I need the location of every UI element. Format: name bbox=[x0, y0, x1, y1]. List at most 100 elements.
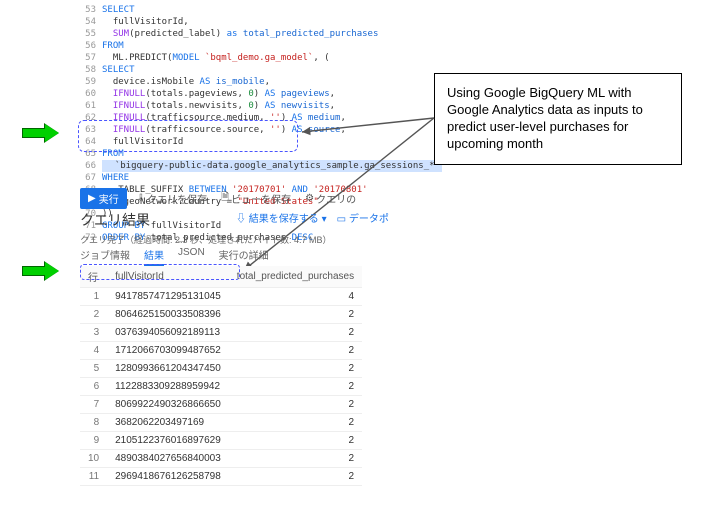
cell-visitor: 8069922490326866650 bbox=[107, 396, 229, 414]
code-line[interactable]: 65FROM bbox=[78, 148, 378, 160]
header-row: 行 bbox=[80, 266, 107, 288]
code-token: AS bbox=[265, 89, 276, 99]
header-visitor: fullVisitorId bbox=[107, 266, 229, 288]
code-token: ) bbox=[254, 101, 265, 111]
table-row[interactable]: 1048903840276568400032 bbox=[80, 450, 362, 468]
code-line[interactable]: 59 device.isMobile AS is_mobile, bbox=[78, 76, 378, 88]
code-token: SELECT bbox=[102, 65, 135, 75]
code-token: (trafficsource.medium, bbox=[145, 113, 270, 123]
code-token: , ( bbox=[313, 53, 329, 63]
save-results-button[interactable]: ⇩ 結果を保存する ▾ bbox=[236, 210, 327, 225]
cell-index: 7 bbox=[80, 396, 107, 414]
cell-index: 11 bbox=[80, 468, 107, 486]
cell-visitor: 4890384027656840003 bbox=[107, 450, 229, 468]
code-line[interactable]: 54 fullVisitorId, bbox=[78, 16, 378, 28]
code-line[interactable]: 66 `bigquery-public-data.google_analytic… bbox=[78, 160, 378, 172]
cell-visitor: 2969418676126258798 bbox=[107, 468, 229, 486]
cell-predicted: 2 bbox=[229, 468, 362, 486]
code-token: IFNULL bbox=[102, 125, 145, 135]
dataport-button[interactable]: ▭ データポ bbox=[337, 210, 389, 225]
code-token: fullVisitorId bbox=[102, 137, 183, 147]
table-row[interactable]: 417120667030994876522 bbox=[80, 342, 362, 360]
code-line[interactable]: 64 fullVisitorId bbox=[78, 136, 378, 148]
play-icon: ▶ bbox=[88, 193, 96, 204]
download-icon: ⇩ bbox=[236, 214, 246, 225]
code-token: FROM bbox=[102, 41, 124, 51]
run-label: 実行 bbox=[99, 191, 119, 206]
results-actions: ⇩ 結果を保存する ▾ ▭ データポ bbox=[236, 210, 389, 225]
code-token: IFNULL bbox=[102, 101, 145, 111]
query-toolbar: ▶ 実行 ⇩ クエリを保存 🗎 ビューを保存 ⚙ クエリの bbox=[80, 188, 360, 209]
cell-visitor: 8064625150033508396 bbox=[107, 306, 229, 324]
code-line[interactable]: 61 IFNULL(totals.newvisits, 0) AS newvis… bbox=[78, 100, 378, 112]
table-row[interactable]: 1129694186761262587982 bbox=[80, 468, 362, 486]
table-row[interactable]: 836820622034971692 bbox=[80, 414, 362, 432]
code-line[interactable]: 56FROM bbox=[78, 40, 378, 52]
tab-results[interactable]: 結果 bbox=[144, 247, 164, 266]
cell-predicted: 2 bbox=[229, 378, 362, 396]
tab-json[interactable]: JSON bbox=[178, 247, 205, 266]
table-row[interactable]: 780699224903268666502 bbox=[80, 396, 362, 414]
code-token: ) bbox=[254, 89, 265, 99]
code-token: ) bbox=[281, 125, 292, 135]
code-line[interactable]: 57 ML.PREDICT(MODEL `bqml_demo.ga_model`… bbox=[78, 52, 378, 64]
tab-job-info[interactable]: ジョブ情報 bbox=[80, 247, 130, 266]
code-line[interactable]: 53SELECT bbox=[78, 4, 378, 16]
results-tabs: ジョブ情報 結果 JSON 実行の詳細 bbox=[80, 247, 269, 266]
save-query-label: クエリを保存 bbox=[147, 191, 207, 206]
code-token: is_mobile bbox=[210, 77, 264, 87]
query-more-label: クエリの bbox=[316, 191, 356, 206]
save-view-button[interactable]: 🗎 ビューを保存 bbox=[217, 188, 295, 209]
cell-index: 8 bbox=[80, 414, 107, 432]
table-row[interactable]: 303763940560921891132 bbox=[80, 324, 362, 342]
cell-predicted: 2 bbox=[229, 450, 362, 468]
cell-index: 4 bbox=[80, 342, 107, 360]
code-line[interactable]: 67WHERE bbox=[78, 172, 378, 184]
code-token: fullVisitorId, bbox=[102, 17, 189, 27]
code-token: AS bbox=[265, 101, 276, 111]
header-predicted: total_predicted_purchases bbox=[229, 266, 362, 288]
code-token: , bbox=[330, 89, 335, 99]
code-token: IFNULL bbox=[102, 89, 145, 99]
code-token: , bbox=[265, 77, 270, 87]
run-button[interactable]: ▶ 実行 bbox=[80, 188, 127, 209]
code-line[interactable]: 62 IFNULL(trafficsource.medium, '') AS m… bbox=[78, 112, 378, 124]
code-token: medium bbox=[303, 113, 341, 123]
green-arrow-icon bbox=[22, 262, 62, 280]
chart-icon: ▭ bbox=[337, 214, 346, 225]
tab-exec-details[interactable]: 実行の詳細 bbox=[219, 247, 269, 266]
table-row[interactable]: 611228833092889599422 bbox=[80, 378, 362, 396]
table-row[interactable]: 921051223760168976292 bbox=[80, 432, 362, 450]
table-row[interactable]: 280646251500335083962 bbox=[80, 306, 362, 324]
cell-visitor: 3682062203497169 bbox=[107, 414, 229, 432]
code-token: '' bbox=[270, 125, 281, 135]
table-header-row: 行 fullVisitorId total_predicted_purchase… bbox=[80, 266, 362, 288]
cell-predicted: 2 bbox=[229, 342, 362, 360]
save-query-button[interactable]: ⇩ クエリを保存 bbox=[133, 189, 211, 208]
code-token: `bqml_demo.ga_model` bbox=[200, 53, 314, 63]
table-row[interactable]: 194178574712951310454 bbox=[80, 288, 362, 306]
callout-text: Using Google BigQuery ML with Google Ana… bbox=[447, 85, 643, 151]
code-token: total_predicted_purchases bbox=[237, 29, 378, 39]
table-row[interactable]: 512809936612043474502 bbox=[80, 360, 362, 378]
code-token: , bbox=[340, 125, 345, 135]
code-token: `bigquery-public-data.google_analytics_s… bbox=[102, 160, 442, 172]
query-more-button[interactable]: ⚙ クエリの bbox=[301, 189, 360, 208]
code-line[interactable]: 63 IFNULL(trafficsource.source, '') AS s… bbox=[78, 124, 378, 136]
code-token: (totals.pageviews, bbox=[145, 89, 248, 99]
results-title: クエリ結果 bbox=[80, 210, 150, 230]
code-token: ) bbox=[281, 113, 292, 123]
code-token: source bbox=[303, 125, 341, 135]
code-token: , bbox=[340, 113, 345, 123]
code-line[interactable]: 58SELECT bbox=[78, 64, 378, 76]
code-token: device.isMobile bbox=[102, 77, 200, 87]
code-token: (trafficsource.source, bbox=[145, 125, 270, 135]
gear-icon: ⚙ bbox=[305, 193, 314, 204]
cell-visitor: 0376394056092189113 bbox=[107, 324, 229, 342]
code-line[interactable]: 55 SUM(predicted_label) as total_predict… bbox=[78, 28, 378, 40]
view-icon: 🗎 bbox=[221, 190, 229, 207]
code-token: (totals.newvisits, bbox=[145, 101, 248, 111]
annotation-callout: Using Google BigQuery ML with Google Ana… bbox=[434, 73, 682, 165]
code-line[interactable]: 60 IFNULL(totals.pageviews, 0) AS pagevi… bbox=[78, 88, 378, 100]
code-token: newvisits bbox=[275, 101, 329, 111]
